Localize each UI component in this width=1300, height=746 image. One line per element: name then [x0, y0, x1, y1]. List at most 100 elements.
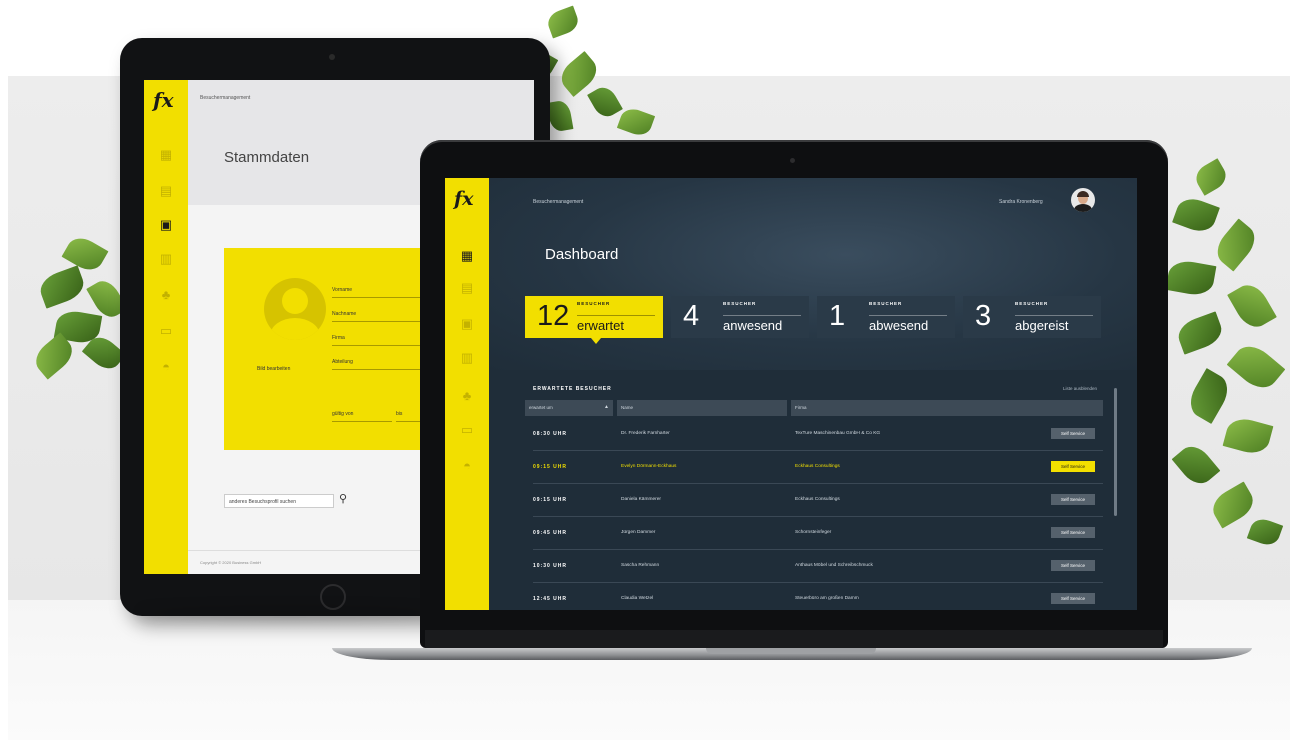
user-name[interactable]: Sandra Kronenberg: [999, 199, 1043, 205]
page-title: Dashboard: [545, 246, 619, 263]
self-service-button[interactable]: Self Service: [1051, 461, 1095, 472]
stat-label: abgereist: [1015, 315, 1093, 333]
sort-ascending-icon[interactable]: ▲: [604, 404, 609, 410]
self-service-button[interactable]: Self Service: [1051, 428, 1095, 439]
self-service-button[interactable]: Self Service: [1051, 593, 1095, 604]
product-mockup: fx ▦ ▤ ▣ ▥ ♣ ▭ ◓ Besuchermanagement Stam…: [0, 0, 1300, 746]
dashboard-icon[interactable]: ▦: [459, 248, 475, 264]
valid-to-field[interactable]: bis: [396, 408, 422, 422]
calendar-icon[interactable]: ▤: [459, 280, 475, 296]
document-icon[interactable]: ▭: [158, 324, 174, 338]
stat-number: 12: [537, 300, 570, 332]
edit-image-link[interactable]: Bild bearbeiten: [257, 366, 290, 372]
stat-card-departed[interactable]: 3 BESUCHER abgereist: [963, 296, 1101, 338]
user-icon[interactable]: ◓: [459, 458, 475, 474]
id-card-icon[interactable]: ▣: [459, 316, 475, 332]
visitor-name: Sascha Rehmann: [621, 563, 660, 568]
column-header-company[interactable]: Firma: [791, 400, 1103, 416]
department-field[interactable]: Abteilung: [332, 356, 422, 370]
visitor-company: Anthaus Möbel und Schreibschmuck: [795, 563, 873, 568]
building-icon[interactable]: ▥: [459, 350, 475, 366]
visitor-company: Schornsteinfeger: [795, 530, 832, 535]
visitor-name: Evelyn Dörmann-Eckhaus: [621, 464, 677, 469]
self-service-button[interactable]: Self Service: [1051, 527, 1095, 538]
stat-label: erwartet: [577, 315, 655, 333]
copyright-text: Copyright © 2020 Business GmbH: [200, 560, 262, 565]
expected-time: 12:45 UHR: [533, 596, 568, 602]
table-row[interactable]: 12:45 UHR Claudia Wetzel Steuerbüro am g…: [533, 583, 1103, 610]
stat-caption: BESUCHER: [723, 301, 757, 306]
building-icon[interactable]: ▥: [158, 252, 174, 266]
laptop-opening-notch: [706, 648, 876, 654]
visitor-company: Eckhaus Consultings: [795, 497, 840, 502]
table-row[interactable]: 09:15 UHR Daniela Kämmerer Eckhaus Consu…: [533, 484, 1103, 517]
home-button[interactable]: [320, 584, 346, 610]
column-header-label: erwartet um: [529, 405, 553, 410]
search-icon[interactable]: ⚲: [339, 492, 347, 505]
table-row[interactable]: 09:45 UHR Jürgen Dammer Schornsteinfeger…: [533, 517, 1103, 550]
laptop-screen: fx ▦ ▤ ▣ ▥ ♣ ▭ ◓ Besuchermanagement Sand…: [445, 178, 1137, 610]
column-header-name[interactable]: Name: [617, 400, 787, 416]
table-row[interactable]: 08:30 UHR Dr. Frederik Farnharter TexTur…: [533, 418, 1103, 451]
expected-time: 08:30 UHR: [533, 431, 568, 437]
expected-time: 10:30 UHR: [533, 563, 568, 569]
visitor-name: Jürgen Dammer: [621, 530, 656, 535]
active-indicator-arrow: [591, 338, 601, 344]
breadcrumb[interactable]: Besuchermanagement: [533, 199, 583, 205]
expected-time: 09:15 UHR: [533, 497, 568, 503]
profile-card: Bild bearbeiten Vorname Nachname Firma A…: [224, 248, 424, 450]
sidebar: fx ▦ ▤ ▣ ▥ ♣ ▭ ◓: [445, 178, 489, 610]
avatar[interactable]: [1071, 188, 1095, 212]
tablet-logo[interactable]: fx: [153, 88, 174, 112]
column-header-label: Name: [621, 405, 634, 410]
visitor-name: Daniela Kämmerer: [621, 497, 661, 502]
tablet-sidebar: fx ▦ ▤ ▣ ▥ ♣ ▭ ◓: [144, 80, 188, 574]
app-logo[interactable]: fx: [454, 188, 474, 210]
table-row[interactable]: 09:15 UHR Evelyn Dörmann-Eckhaus Eckhaus…: [533, 451, 1103, 484]
table-row[interactable]: 10:30 UHR Sascha Rehmann Anthaus Möbel u…: [533, 550, 1103, 583]
list-title: ERWARTETE BESUCHER: [533, 386, 612, 392]
last-name-field[interactable]: Nachname: [332, 308, 422, 322]
stat-card-present[interactable]: 4 BESUCHER anwesend: [671, 296, 809, 338]
visitor-name: Claudia Wetzel: [621, 596, 654, 601]
tablet-page-title: Stammdaten: [224, 149, 310, 166]
stat-caption: BESUCHER: [869, 301, 903, 306]
avatar-placeholder[interactable]: [264, 278, 326, 340]
visitor-company: Steuerbüro am großen Damm: [795, 596, 859, 601]
group-icon[interactable]: ♣: [459, 388, 475, 404]
expected-time: 09:15 UHR: [533, 464, 568, 470]
stat-number: 4: [683, 300, 700, 332]
self-service-button[interactable]: Self Service: [1051, 494, 1095, 505]
calendar-icon[interactable]: ▤: [158, 184, 174, 198]
stat-label: anwesend: [723, 315, 801, 333]
scrollbar[interactable]: [1114, 388, 1117, 516]
stat-caption: BESUCHER: [1015, 301, 1049, 306]
document-icon[interactable]: ▭: [459, 422, 475, 438]
visitor-company: Eckhaus Consultings: [795, 464, 840, 469]
self-service-button[interactable]: Self Service: [1051, 560, 1095, 571]
column-header-label: Firma: [795, 405, 807, 410]
column-header-expected-at[interactable]: erwartet um ▲: [525, 400, 613, 416]
tablet-shadow: [140, 608, 440, 618]
expected-time: 09:45 UHR: [533, 530, 568, 536]
stat-label: abwesend: [869, 315, 947, 333]
profile-search-input[interactable]: anderes Besuchsprofil suchen: [224, 494, 334, 508]
stat-number: 1: [829, 300, 846, 332]
hide-list-link[interactable]: Liste ausblenden: [1063, 386, 1097, 391]
valid-from-field[interactable]: gültig von: [332, 408, 392, 422]
stat-card-expected[interactable]: 12 BESUCHER erwartet: [525, 296, 663, 338]
stat-number: 3: [975, 300, 992, 332]
tablet-camera: [329, 54, 335, 60]
id-card-icon[interactable]: ▣: [158, 218, 174, 232]
tablet-breadcrumb[interactable]: Besuchermanagement: [200, 95, 250, 101]
visitor-company: TexTure Maschinenbau GmbH & Co KG: [795, 431, 881, 436]
user-icon[interactable]: ◓: [158, 360, 174, 374]
group-icon[interactable]: ♣: [158, 288, 174, 302]
stat-card-absent[interactable]: 1 BESUCHER abwesend: [817, 296, 955, 338]
dashboard-icon[interactable]: ▦: [158, 148, 174, 162]
dashboard-header: [489, 178, 1137, 370]
company-field[interactable]: Firma: [332, 332, 422, 346]
visitor-name: Dr. Frederik Farnharter: [621, 431, 670, 436]
laptop-camera: [790, 158, 795, 163]
first-name-field[interactable]: Vorname: [332, 284, 422, 298]
